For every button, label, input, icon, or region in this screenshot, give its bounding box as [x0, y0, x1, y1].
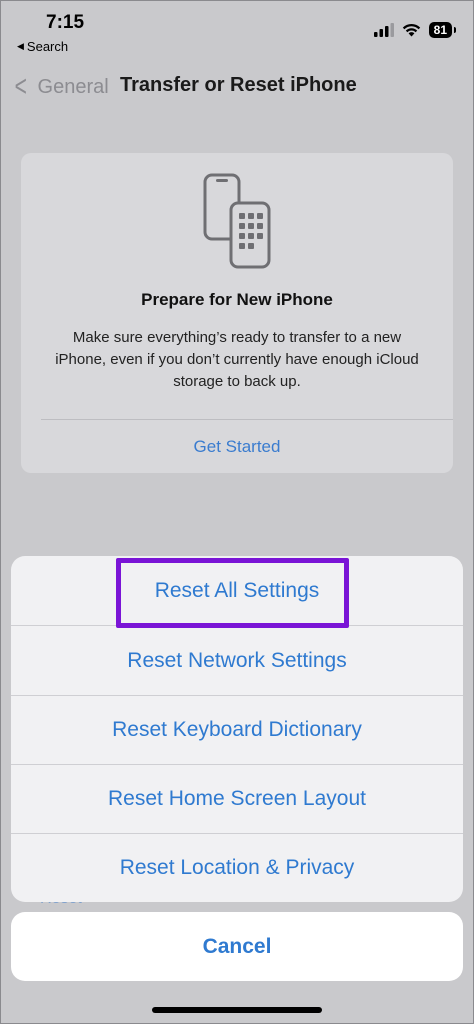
reset-location-privacy-button[interactable]: Reset Location & Privacy — [11, 833, 463, 902]
reset-keyboard-dictionary-button[interactable]: Reset Keyboard Dictionary — [11, 695, 463, 764]
reset-home-screen-layout-button[interactable]: Reset Home Screen Layout — [11, 764, 463, 833]
home-indicator[interactable] — [152, 1007, 322, 1013]
reset-action-sheet: Reset All Settings Reset Network Setting… — [11, 556, 463, 902]
card-description: Make sure everything’s ready to transfer… — [55, 329, 419, 390]
status-time: 7:15 — [46, 12, 85, 33]
return-to-app-link[interactable]: ◀ Search — [17, 39, 68, 54]
back-button[interactable]: < General — [12, 72, 109, 102]
reset-all-settings-button[interactable]: Reset All Settings — [11, 556, 463, 625]
reset-network-settings-button[interactable]: Reset Network Settings — [11, 626, 463, 695]
back-triangle-icon: ◀ — [17, 41, 24, 51]
return-app-label: Search — [26, 39, 69, 54]
chevron-left-icon: < — [14, 70, 27, 103]
cellular-signal-icon — [373, 23, 394, 37]
wifi-icon — [402, 23, 420, 37]
two-phones-icon — [203, 173, 271, 269]
cancel-button[interactable]: Cancel — [11, 912, 463, 981]
get-started-button[interactable]: Get Started — [21, 437, 453, 457]
card-divider — [41, 419, 453, 420]
status-icons: 81 — [373, 22, 457, 38]
battery-level: 81 — [428, 22, 457, 38]
card-title: Prepare for New iPhone — [141, 290, 333, 309]
back-label: General — [37, 75, 109, 98]
page-title: Transfer or Reset iPhone — [120, 74, 357, 96]
prepare-card: Prepare for New iPhone Make sure everyth… — [21, 153, 453, 473]
